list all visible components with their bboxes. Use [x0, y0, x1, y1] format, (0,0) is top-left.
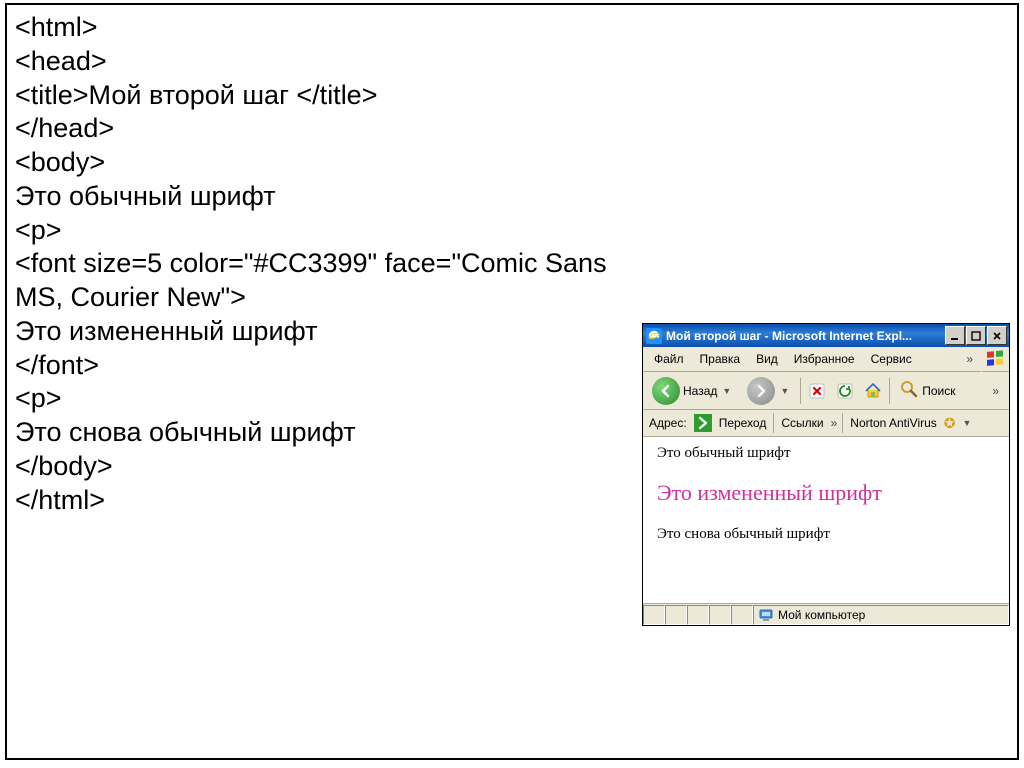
search-button[interactable]: Поиск [894, 376, 960, 405]
toolbar-separator [889, 378, 890, 404]
address-label: Адрес: [647, 416, 689, 430]
statusbar-pane [665, 605, 687, 625]
html-source-code: <html> <head> <title>Мой второй шаг </ti… [15, 11, 655, 517]
toolbar-separator [800, 378, 801, 404]
titlebar: Мой второй шаг - Microsoft Internet Expl… [643, 324, 1009, 347]
menu-file[interactable]: Файл [647, 350, 691, 368]
forward-button[interactable]: ▼ [742, 374, 796, 408]
toolbar-chevron-icon[interactable]: » [986, 384, 1005, 398]
content-line-3: Это снова обычный шрифт [657, 526, 995, 543]
windows-logo-icon [981, 347, 1009, 372]
menu-chevron-icon[interactable]: » [960, 352, 979, 366]
page-content: Это обычный шрифт Это измененный шрифт Э… [643, 437, 1009, 603]
toolbar: Назад ▼ ▼ [643, 372, 1009, 410]
ie-browser-window: Мой второй шаг - Microsoft Internet Expl… [642, 323, 1010, 626]
back-dropdown-icon[interactable]: ▼ [720, 386, 733, 396]
norton-dropdown-icon[interactable]: ▼ [961, 418, 974, 428]
ie-favicon-icon [646, 328, 662, 344]
statusbar-pane [709, 605, 731, 625]
statusbar: Мой компьютер [643, 603, 1009, 625]
statusbar-pane [643, 605, 665, 625]
addr-separator [842, 413, 843, 433]
home-button[interactable] [861, 379, 885, 403]
window-title: Мой второй шаг - Microsoft Internet Expl… [666, 329, 945, 343]
menu-view[interactable]: Вид [749, 350, 785, 368]
menubar: Файл Правка Вид Избранное Сервис » [643, 347, 1009, 372]
maximize-button[interactable] [966, 326, 986, 345]
content-line-2: Это измененный шрифт [657, 480, 995, 506]
search-label: Поиск [922, 384, 955, 398]
forward-dropdown-icon[interactable]: ▼ [778, 386, 791, 396]
go-icon[interactable] [694, 414, 712, 432]
addr-chevron-icon[interactable]: » [831, 416, 838, 430]
menu-service[interactable]: Сервис [864, 350, 919, 368]
search-icon [899, 379, 919, 402]
norton-icon: ✪ [944, 415, 956, 432]
go-label[interactable]: Переход [717, 416, 769, 430]
menu-favorites[interactable]: Избранное [787, 350, 862, 368]
statusbar-pane [731, 605, 753, 625]
document-frame: <html> <head> <title>Мой второй шаг </ti… [5, 3, 1019, 760]
addr-separator [773, 413, 774, 433]
minimize-button[interactable] [945, 326, 965, 345]
stop-button[interactable] [805, 379, 829, 403]
statusbar-text: Мой компьютер [778, 608, 865, 622]
statusbar-pane [687, 605, 709, 625]
window-buttons [945, 326, 1009, 345]
content-line-1: Это обычный шрифт [657, 445, 995, 462]
refresh-button[interactable] [833, 379, 857, 403]
close-button[interactable] [987, 326, 1007, 345]
addressbar: Адрес: Переход Ссылки » Norton AntiVirus… [643, 410, 1009, 437]
norton-label[interactable]: Norton AntiVirus [848, 416, 939, 430]
links-label[interactable]: Ссылки [779, 416, 825, 430]
forward-arrow-icon [747, 377, 775, 405]
statusbar-text-pane: Мой компьютер [753, 605, 1009, 625]
back-arrow-icon [652, 377, 680, 405]
back-button[interactable]: Назад ▼ [647, 374, 738, 408]
computer-icon [758, 607, 774, 623]
back-label: Назад [683, 384, 717, 398]
menu-edit[interactable]: Правка [693, 350, 748, 368]
